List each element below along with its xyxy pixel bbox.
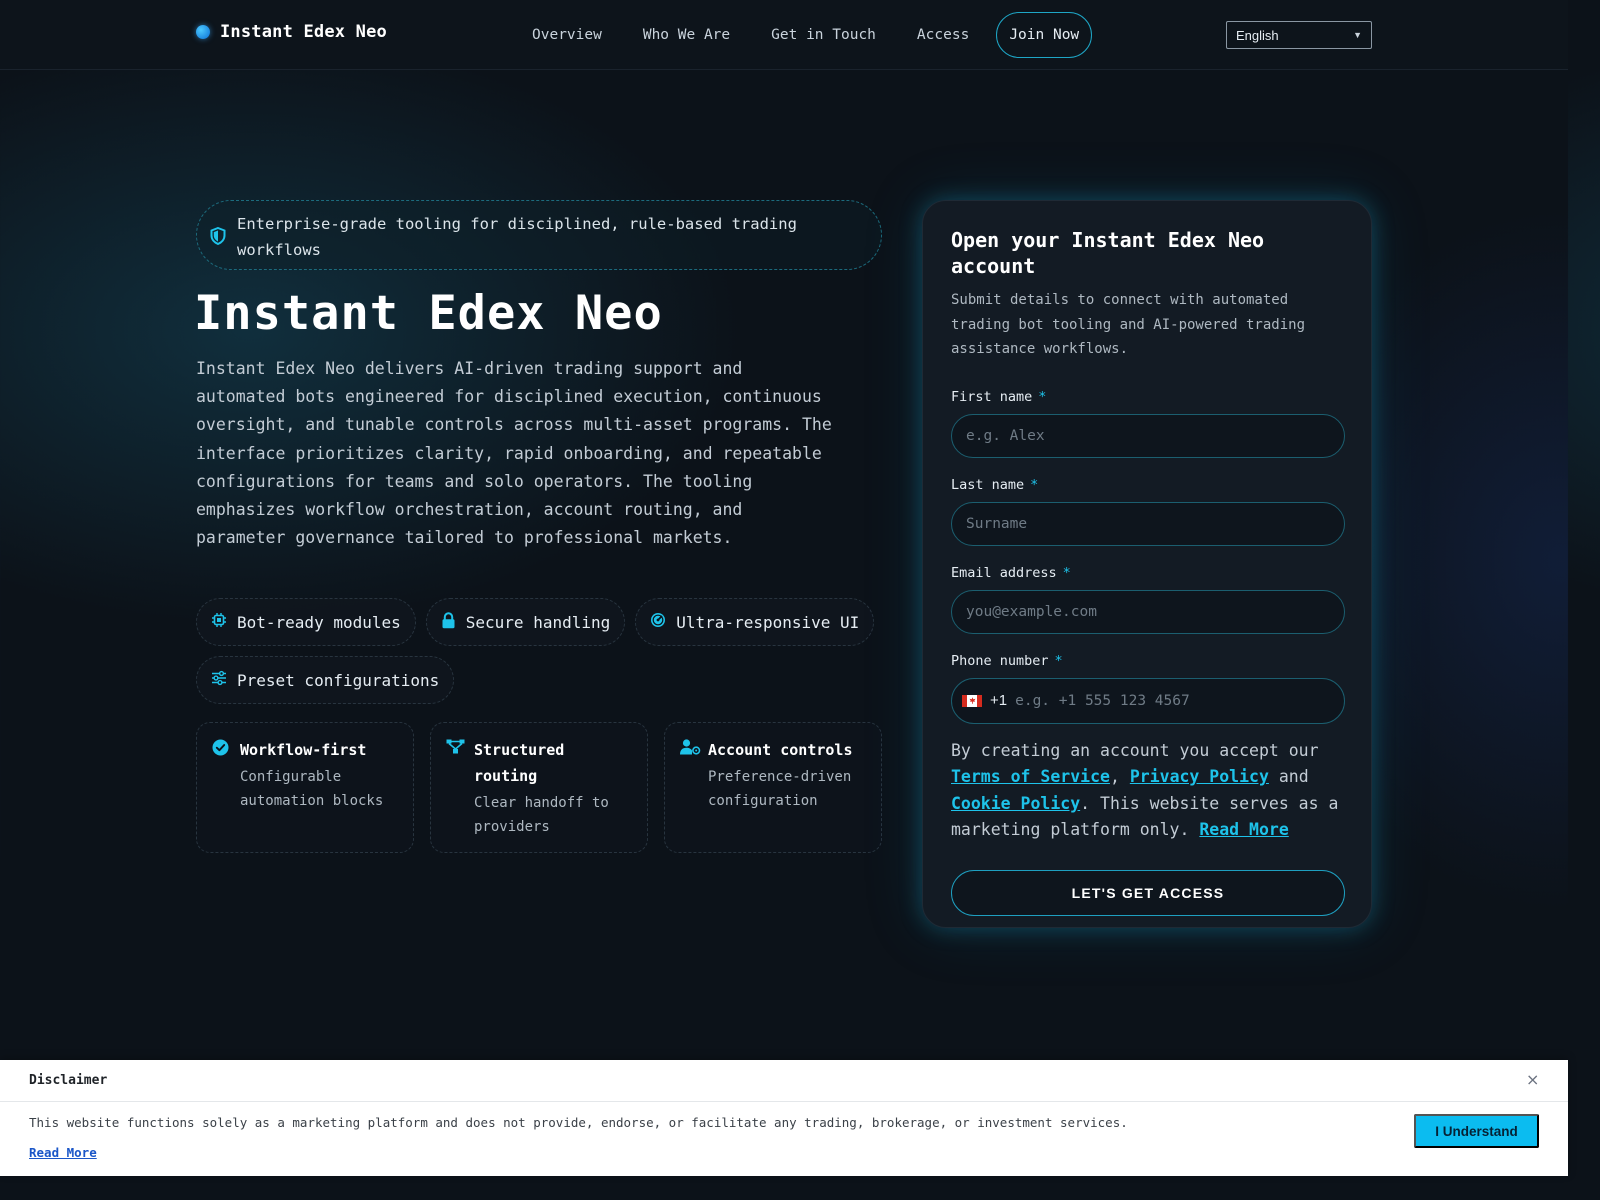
consent-read-more-link[interactable]: Read More [1199, 820, 1288, 839]
close-icon[interactable]: × [1526, 1070, 1539, 1089]
hero-description: Instant Edex Neo delivers AI-driven trad… [196, 359, 832, 548]
email-label: Email address * [951, 564, 1071, 581]
email-input[interactable] [951, 589, 1345, 634]
disclaimer-text: This website functions solely as a marke… [29, 1115, 1128, 1130]
feature-cards: Workflow-first Configurable automation b… [196, 722, 882, 853]
chip-ultra-responsive-ui: Ultra-responsive UI [635, 598, 875, 646]
required-mark: * [1030, 476, 1039, 493]
get-access-button[interactable]: LET'S GET ACCESS [951, 869, 1345, 916]
last-name-input[interactable] [951, 501, 1345, 546]
card-structured-routing: Structured routing Clear handoff to prov… [430, 722, 648, 853]
terms-of-service-link[interactable]: Terms of Service [951, 767, 1110, 786]
chip-icon [211, 612, 227, 632]
card-subtitle: Configurable automation blocks [240, 769, 384, 809]
tagline-badge: Enterprise-grade tooling for disciplined… [196, 200, 882, 270]
card-title: Structured routing [474, 741, 565, 785]
signup-form-panel: Open your Instant Edex Neo account Submi… [922, 200, 1372, 928]
sliders-icon [211, 670, 227, 690]
dial-code: +1 [990, 692, 1008, 709]
canada-flag-icon[interactable] [962, 694, 982, 707]
card-account-controls: Account controls Preference-driven confi… [664, 722, 882, 853]
brand-name: Instant Edex Neo [220, 22, 387, 42]
chip-preset-configurations: Preset configurations [196, 656, 455, 704]
gauge-icon [650, 612, 666, 632]
chip-label: Preset configurations [237, 670, 440, 690]
card-subtitle: Preference-driven configuration [708, 769, 852, 809]
first-name-label: First name * [951, 388, 1047, 405]
disclaimer-read-more-link[interactable]: Read More [29, 1145, 97, 1160]
brand-dot-icon [196, 25, 210, 39]
card-title: Account controls [708, 741, 853, 759]
brand-logo[interactable]: Instant Edex Neo [196, 22, 387, 42]
chip-label: Bot-ready modules [237, 612, 401, 632]
disclaimer-banner: Disclaimer × This website functions sole… [0, 1060, 1568, 1176]
privacy-policy-link[interactable]: Privacy Policy [1130, 767, 1269, 786]
nav-link-access[interactable]: Access [903, 12, 983, 58]
card-title: Workflow-first [240, 741, 367, 759]
phone-input[interactable] [1015, 692, 1334, 709]
last-name-field: Last name * [951, 476, 1345, 546]
phone-label: Phone number * [951, 652, 1063, 669]
join-now-button[interactable]: Join Now [996, 12, 1093, 58]
chip-label: Secure handling [465, 612, 611, 632]
nav-link-who-we-are[interactable]: Who We Are [629, 12, 744, 58]
cookie-policy-link[interactable]: Cookie Policy [951, 794, 1080, 813]
disclaimer-header: Disclaimer × [0, 1060, 1568, 1102]
card-subtitle: Clear handoff to providers [474, 795, 609, 835]
hero-title: Instant Edex Neo [194, 286, 663, 341]
check-circle-icon [212, 739, 229, 760]
chip-label: Ultra-responsive UI [676, 612, 860, 632]
language-value: English [1236, 27, 1279, 43]
chip-secure-handling: Secure handling [425, 598, 626, 646]
nav-link-overview[interactable]: Overview [518, 12, 616, 58]
form-title: Open your Instant Edex Neo account [951, 228, 1265, 278]
chevron-down-icon: ▼ [1353, 30, 1362, 40]
feature-chips: Bot-ready modules Secure handling Ultra-… [196, 598, 886, 704]
top-navigation-bar: Instant Edex Neo Overview Who We Are Get… [0, 0, 1568, 70]
routing-icon [446, 739, 465, 758]
main-nav: Overview Who We Are Get in Touch Access … [518, 12, 1093, 58]
disclaimer-title: Disclaimer [29, 1073, 108, 1088]
i-understand-button[interactable]: I Understand [1414, 1114, 1539, 1148]
last-name-label: Last name * [951, 476, 1039, 493]
email-field: Email address * [951, 564, 1345, 634]
card-workflow-first: Workflow-first Configurable automation b… [196, 722, 414, 853]
tagline-text: Enterprise-grade tooling for disciplined… [237, 215, 797, 259]
consent-text: By creating an account you accept our Te… [951, 740, 1339, 840]
required-mark: * [1054, 652, 1063, 669]
shield-icon [210, 226, 226, 253]
user-settings-icon [680, 739, 701, 759]
required-mark: * [1062, 564, 1071, 581]
lock-icon [441, 611, 456, 633]
form-subtitle: Submit details to connect with automated… [951, 292, 1306, 357]
first-name-field: First name * [951, 388, 1345, 458]
chip-bot-ready-modules: Bot-ready modules [196, 598, 416, 646]
nav-link-get-in-touch[interactable]: Get in Touch [757, 12, 890, 58]
first-name-input[interactable] [951, 413, 1345, 458]
language-select[interactable]: English ▼ [1226, 21, 1372, 49]
required-mark: * [1038, 388, 1047, 405]
phone-field: Phone number * +1 [951, 652, 1345, 724]
phone-input-wrapper: +1 [951, 677, 1345, 724]
